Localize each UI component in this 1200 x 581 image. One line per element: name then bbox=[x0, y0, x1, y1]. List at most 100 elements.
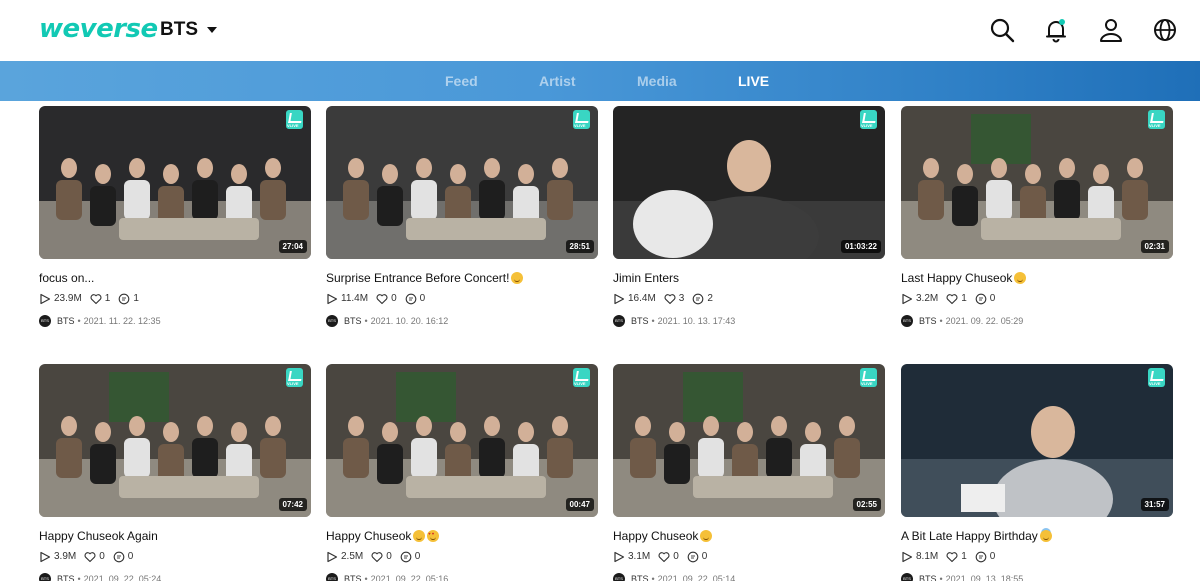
video-thumbnail[interactable]: 28:51 bbox=[326, 106, 598, 259]
top-header: weverse BTS bbox=[0, 0, 1200, 61]
post-date: 2021. 09. 22. 05:16 bbox=[370, 573, 449, 581]
globe-icon[interactable] bbox=[1152, 17, 1178, 43]
author-name: BTS bbox=[631, 573, 649, 581]
video-duration: 07:42 bbox=[278, 498, 307, 511]
halo-emoji-icon bbox=[1039, 530, 1052, 542]
thumbnail-image bbox=[326, 364, 598, 517]
comment-icon bbox=[400, 551, 412, 562]
video-stats: 16.4M 3 2 bbox=[613, 292, 885, 305]
smile-emoji-icon bbox=[511, 272, 524, 284]
video-stats: 8.1M 1 0 bbox=[901, 550, 1173, 563]
video-card[interactable]: 07:42 Happy Chuseok Again 3.9M 0 0 BTS B… bbox=[39, 364, 311, 581]
video-title[interactable]: Jimin Enters bbox=[613, 271, 885, 286]
views-count: 3.2M bbox=[916, 293, 939, 304]
comment-icon bbox=[687, 551, 699, 562]
video-title[interactable]: Happy Chuseok bbox=[326, 529, 598, 544]
play-icon bbox=[614, 551, 625, 562]
video-meta: BTS BTS • 2021. 10. 13. 17:43 bbox=[613, 314, 885, 327]
vlive-badge-icon bbox=[1148, 110, 1165, 129]
video-thumbnail[interactable]: 31:57 bbox=[901, 364, 1173, 517]
video-title[interactable]: focus on... bbox=[39, 271, 311, 286]
video-thumbnail[interactable]: 00:47 bbox=[326, 364, 598, 517]
heart-icon bbox=[658, 551, 670, 562]
video-title[interactable]: Surprise Entrance Before Concert! bbox=[326, 271, 598, 286]
video-card[interactable]: 02:55 Happy Chuseok 3.1M 0 0 BTS BTS • 2… bbox=[613, 364, 885, 581]
views-stat: 3.1M bbox=[613, 551, 650, 563]
heart-icon bbox=[90, 293, 102, 304]
heart-eyes-emoji-icon bbox=[427, 530, 440, 542]
artist-selector[interactable]: BTS bbox=[160, 19, 217, 41]
artist-avatar[interactable]: BTS bbox=[901, 314, 913, 327]
video-duration: 27:04 bbox=[278, 240, 307, 253]
video-stats: 23.9M 1 1 bbox=[39, 292, 311, 305]
heart-icon bbox=[376, 293, 388, 304]
vlive-badge-icon bbox=[573, 368, 590, 387]
thumbnail-image bbox=[326, 106, 598, 259]
heart-icon bbox=[84, 551, 96, 562]
vlive-badge-icon bbox=[286, 368, 303, 387]
author-name: BTS bbox=[919, 315, 937, 326]
play-icon bbox=[40, 293, 51, 304]
video-card[interactable]: 01:03:22 Jimin Enters 16.4M 3 2 BTS BTS … bbox=[613, 106, 885, 327]
notification-bell-icon[interactable] bbox=[1043, 17, 1069, 43]
artist-avatar[interactable]: BTS bbox=[39, 572, 51, 581]
smile-emoji-icon bbox=[413, 530, 426, 542]
author-name: BTS bbox=[57, 573, 75, 581]
views-stat: 8.1M bbox=[901, 551, 938, 563]
video-meta: BTS BTS • 2021. 09. 22. 05:14 bbox=[613, 572, 885, 581]
chevron-down-icon bbox=[207, 27, 217, 33]
artist-avatar[interactable]: BTS bbox=[326, 572, 338, 581]
video-card[interactable]: 02:31 Last Happy Chuseok 3.2M 1 0 BTS BT… bbox=[901, 106, 1173, 327]
tab-media[interactable]: Media bbox=[637, 73, 677, 89]
search-icon[interactable] bbox=[989, 17, 1015, 43]
artist-avatar[interactable]: BTS bbox=[326, 314, 338, 327]
video-duration: 00:47 bbox=[565, 498, 594, 511]
video-thumbnail[interactable]: 01:03:22 bbox=[613, 106, 885, 259]
user-icon[interactable] bbox=[1098, 17, 1124, 43]
weverse-logo[interactable]: weverse bbox=[39, 14, 158, 44]
video-meta: BTS BTS • 2021. 09. 22. 05:24 bbox=[39, 572, 311, 581]
video-card[interactable]: 00:47 Happy Chuseok 2.5M 0 0 BTS BTS • 2… bbox=[326, 364, 598, 581]
artist-avatar[interactable]: BTS bbox=[613, 572, 625, 581]
comments-stat: 2 bbox=[692, 293, 713, 305]
artist-avatar[interactable]: BTS bbox=[901, 572, 913, 581]
video-title[interactable]: Happy Chuseok Again bbox=[39, 529, 311, 544]
video-thumbnail[interactable]: 02:55 bbox=[613, 364, 885, 517]
artist-avatar[interactable]: BTS bbox=[39, 314, 51, 327]
tab-artist[interactable]: Artist bbox=[539, 73, 576, 89]
video-title[interactable]: Last Happy Chuseok bbox=[901, 271, 1173, 286]
video-title[interactable]: A Bit Late Happy Birthday bbox=[901, 529, 1173, 544]
tab-live[interactable]: LIVE bbox=[738, 73, 769, 89]
vlive-badge-icon bbox=[573, 110, 590, 129]
views-stat: 3.9M bbox=[39, 551, 76, 563]
author-name: BTS bbox=[344, 315, 362, 326]
video-title[interactable]: Happy Chuseok bbox=[613, 529, 885, 544]
video-thumbnail[interactable]: 07:42 bbox=[39, 364, 311, 517]
views-stat: 16.4M bbox=[613, 293, 656, 305]
likes-count: 1 bbox=[961, 293, 967, 304]
likes-count: 0 bbox=[99, 551, 105, 562]
comment-icon bbox=[975, 293, 987, 304]
video-thumbnail[interactable]: 27:04 bbox=[39, 106, 311, 259]
video-card[interactable]: 27:04 focus on... 23.9M 1 1 BTS BTS • 20… bbox=[39, 106, 311, 327]
play-icon bbox=[614, 293, 625, 304]
tab-feed[interactable]: Feed bbox=[445, 73, 478, 89]
likes-stat: 1 bbox=[946, 293, 967, 305]
comment-icon bbox=[113, 551, 125, 562]
likes-stat: 1 bbox=[90, 293, 110, 305]
comment-icon bbox=[405, 293, 416, 304]
comments-stat: 0 bbox=[405, 293, 425, 305]
thumbnail-image bbox=[613, 364, 885, 517]
comments-count: 0 bbox=[989, 293, 996, 304]
author-name: BTS bbox=[344, 573, 362, 581]
comments-stat: 0 bbox=[687, 551, 707, 563]
video-card[interactable]: 28:51 Surprise Entrance Before Concert! … bbox=[326, 106, 598, 327]
video-card[interactable]: 31:57 A Bit Late Happy Birthday 8.1M 1 0… bbox=[901, 364, 1173, 581]
comments-count: 0 bbox=[127, 551, 134, 562]
artist-avatar[interactable]: BTS bbox=[613, 314, 625, 327]
video-thumbnail[interactable]: 02:31 bbox=[901, 106, 1173, 259]
video-stats: 2.5M 0 0 bbox=[326, 550, 598, 563]
video-duration: 02:31 bbox=[1140, 240, 1169, 253]
video-duration: 01:03:22 bbox=[840, 240, 881, 253]
comments-count: 0 bbox=[414, 551, 421, 562]
